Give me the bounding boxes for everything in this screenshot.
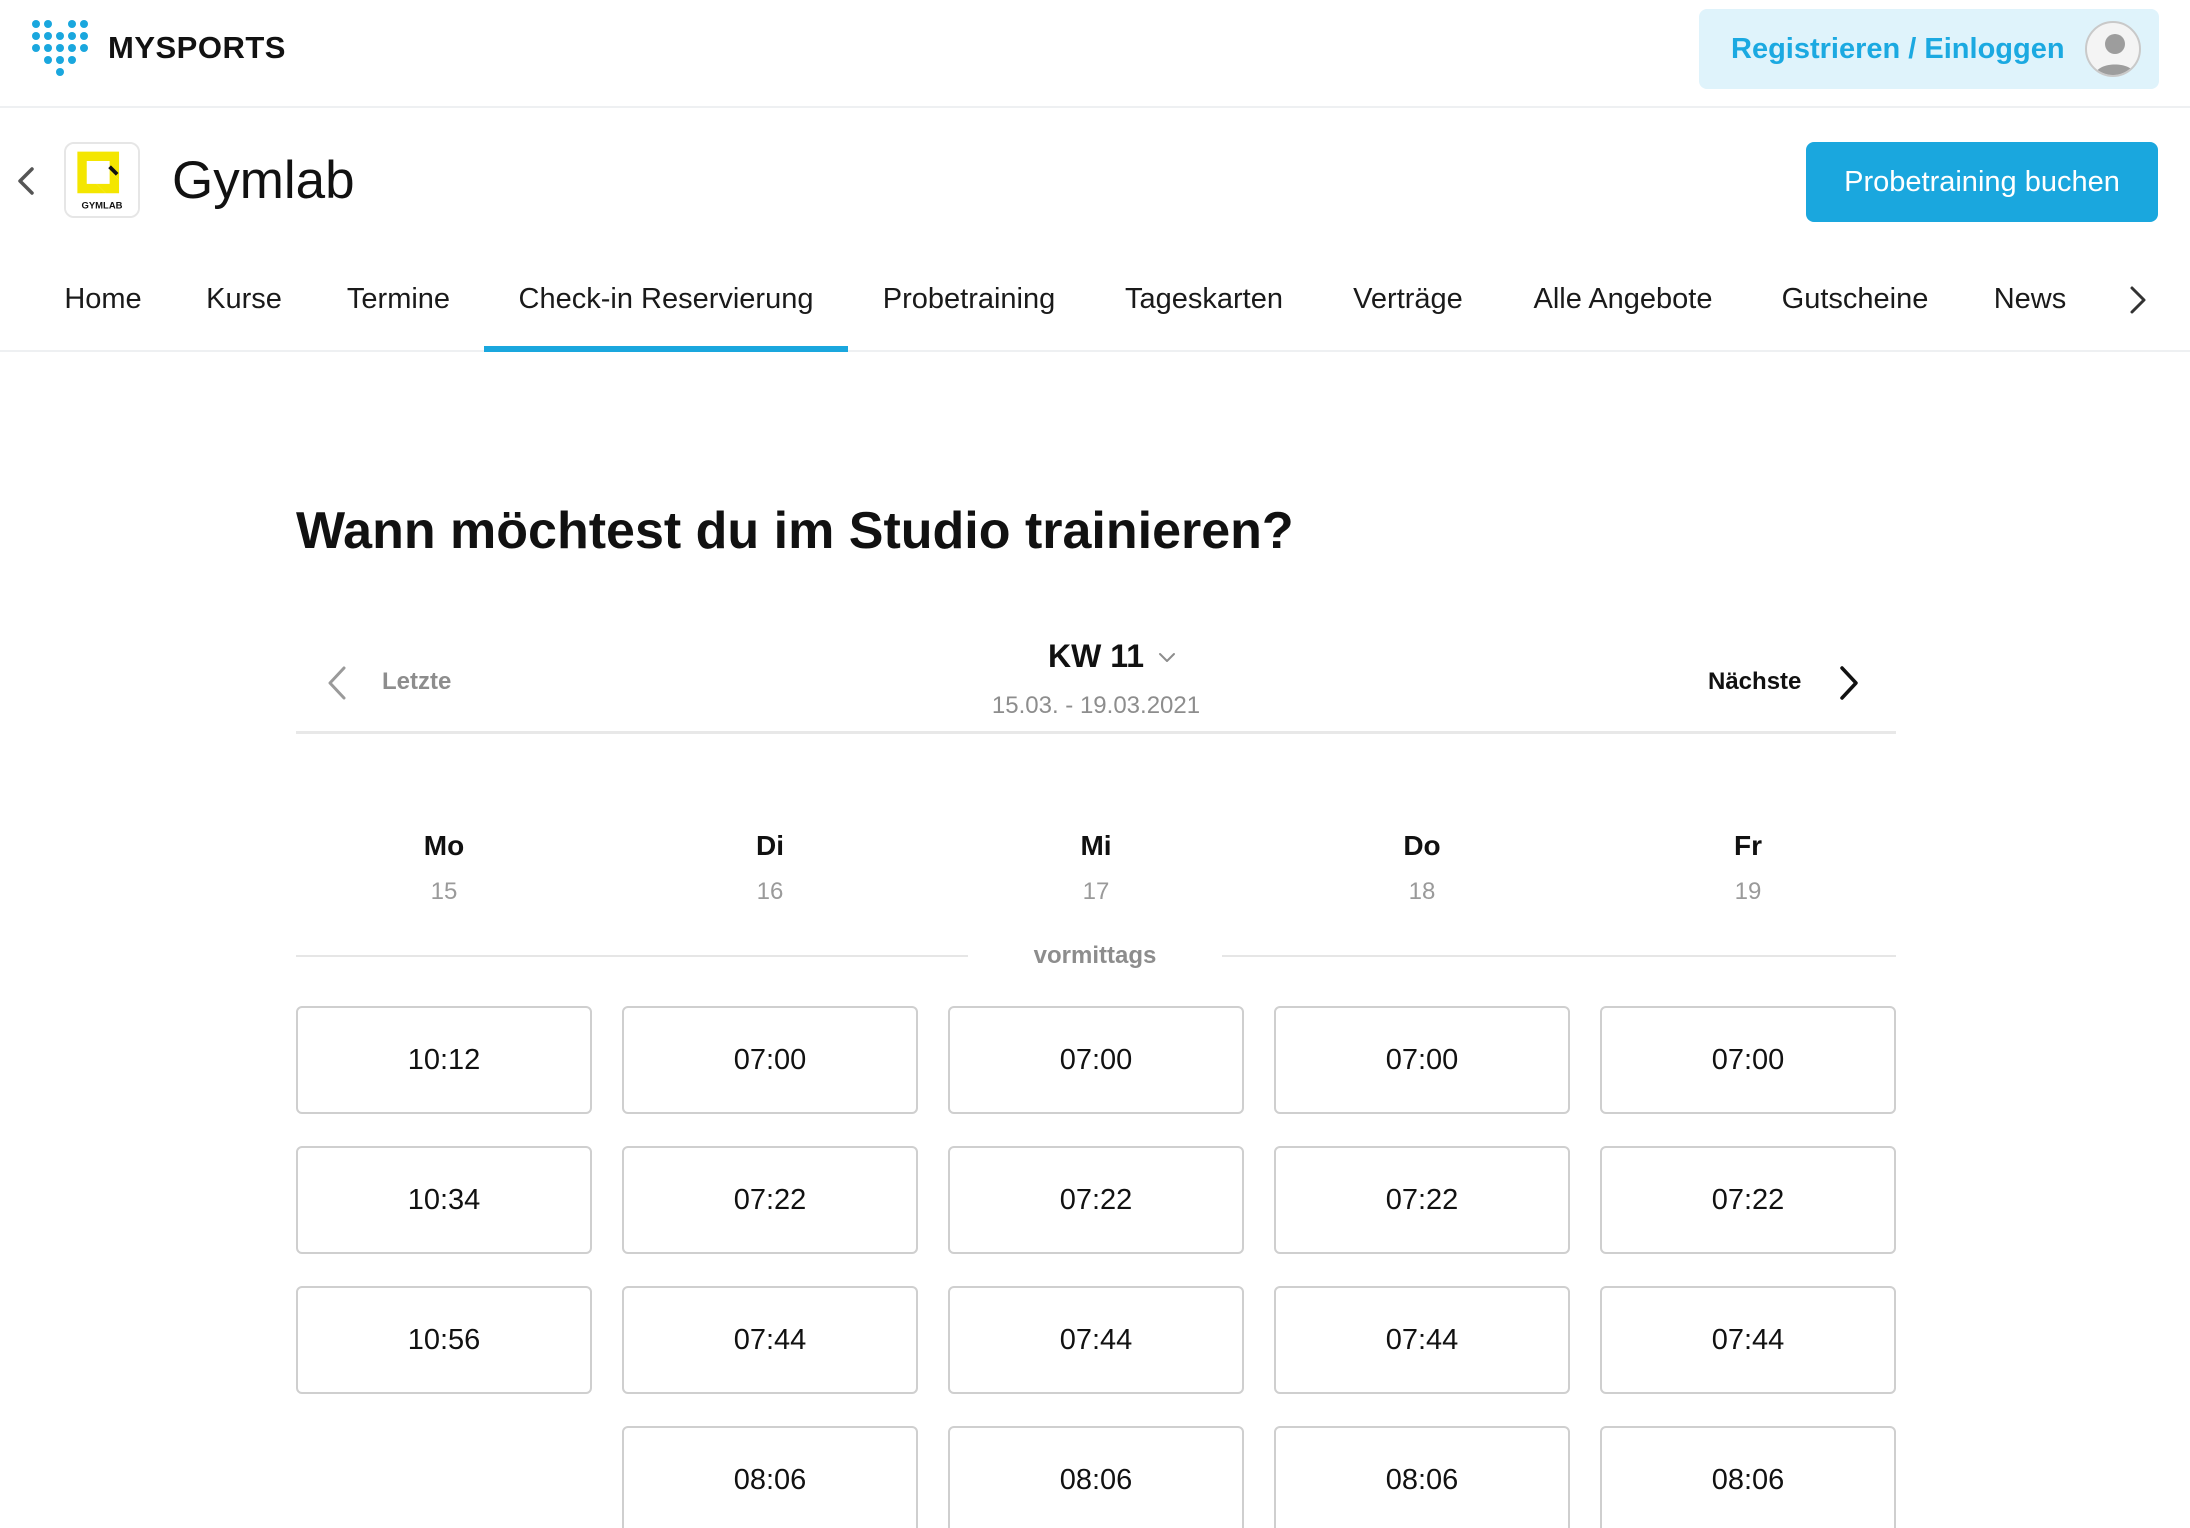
week-dropdown[interactable]: KW 11 [1048, 638, 1144, 675]
time-slot-mo-1[interactable]: 10:12 [296, 1006, 592, 1114]
chevron-down-icon[interactable] [1158, 652, 1176, 664]
time-slot-di-1[interactable]: 07:00 [622, 1006, 918, 1114]
studio-title: Gymlab [172, 151, 355, 210]
time-slot-fr-2[interactable]: 07:22 [1600, 1146, 1896, 1254]
week-selector: Letzte KW 11 15.03. - 19.03.2021 Nächste [296, 630, 1896, 734]
section-divider-left [296, 955, 968, 957]
tab-news[interactable]: News [1992, 252, 2068, 352]
time-slot-fr-4[interactable]: 08:06 [1600, 1426, 1896, 1528]
section-label-morning: vormittags [1033, 942, 1157, 969]
time-slot-mi-1[interactable]: 07:00 [948, 1006, 1244, 1114]
tab-kurse[interactable]: Kurse [205, 252, 283, 352]
time-slot-do-3[interactable]: 07:44 [1274, 1286, 1570, 1394]
tab-home[interactable]: Home [64, 252, 142, 352]
day-name-do: Do [1403, 830, 1441, 861]
tab-gutscheine[interactable]: Gutscheine [1779, 252, 1931, 352]
tab-alle-angebote[interactable]: Alle Angebote [1528, 252, 1718, 352]
next-week-button[interactable]: Nächste [1708, 668, 1801, 696]
studio-nav: Home Kurse Termine Check-in Reservierung… [0, 252, 2190, 352]
mysports-logo[interactable]: MYSPORTS [30, 18, 286, 78]
login-register-button[interactable]: Registrieren / Einloggen [1699, 9, 2159, 89]
book-trial-button[interactable]: Probetraining buchen [1806, 142, 2158, 222]
brand-name: MYSPORTS [108, 30, 286, 65]
gymlab-logo-icon: GYMLAB [66, 144, 138, 216]
time-slot-di-4[interactable]: 08:06 [622, 1426, 918, 1528]
studio-logo-text: GYMLAB [81, 200, 122, 211]
time-slot-mi-3[interactable]: 07:44 [948, 1286, 1244, 1394]
day-date-mi: 17 [1082, 878, 1110, 905]
time-slot-do-1[interactable]: 07:00 [1274, 1006, 1570, 1114]
time-slot-fr-3[interactable]: 07:44 [1600, 1286, 1896, 1394]
day-date-fr: 19 [1734, 878, 1762, 905]
avatar-icon [2085, 21, 2141, 77]
time-slot-mo-2[interactable]: 10:34 [296, 1146, 592, 1254]
day-name-mi: Mi [1080, 830, 1112, 861]
tab-termine[interactable]: Termine [345, 252, 452, 352]
time-slot-do-2[interactable]: 07:22 [1274, 1146, 1570, 1254]
nav-next-icon[interactable] [2124, 282, 2150, 318]
tab-tageskarten[interactable]: Tageskarten [1122, 252, 1286, 352]
time-slot-mi-2[interactable]: 07:22 [948, 1146, 1244, 1254]
tab-probetraining[interactable]: Probetraining [880, 252, 1058, 352]
day-date-do: 18 [1408, 878, 1436, 905]
time-slot-di-3[interactable]: 07:44 [622, 1286, 918, 1394]
day-date-di: 16 [756, 878, 784, 905]
day-name-fr: Fr [1734, 830, 1762, 861]
day-date-mo: 15 [430, 878, 458, 905]
time-slot-mo-3[interactable]: 10:56 [296, 1286, 592, 1394]
time-slot-fr-1[interactable]: 07:00 [1600, 1006, 1896, 1114]
page-heading: Wann möchtest du im Studio trainieren? [296, 502, 1294, 560]
mysports-logo-icon [32, 20, 88, 76]
section-divider-right [1222, 955, 1896, 957]
time-slot-mi-4[interactable]: 08:06 [948, 1426, 1244, 1528]
login-register-label: Registrieren / Einloggen [1731, 33, 2065, 65]
chevron-right-icon[interactable] [1838, 664, 1860, 702]
time-slot-do-4[interactable]: 08:06 [1274, 1426, 1570, 1528]
studio-logo: GYMLAB [64, 142, 140, 218]
tab-check-in-reservierung[interactable]: Check-in Reservierung [484, 252, 848, 352]
time-slot-di-2[interactable]: 07:22 [622, 1146, 918, 1254]
back-arrow-icon[interactable] [12, 163, 42, 199]
day-name-mo: Mo [423, 830, 465, 861]
tab-vertraege[interactable]: Verträge [1350, 252, 1466, 352]
week-date-range: 15.03. - 19.03.2021 [991, 692, 1201, 719]
top-bar: MYSPORTS Registrieren / Einloggen [0, 0, 2190, 108]
day-name-di: Di [756, 830, 784, 861]
